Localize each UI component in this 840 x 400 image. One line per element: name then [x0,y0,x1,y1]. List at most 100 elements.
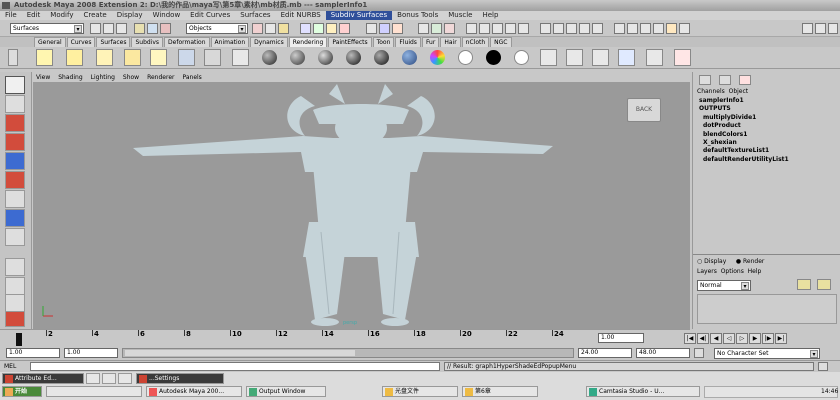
shading-map-icon[interactable] [514,50,529,65]
layout-persp-outliner-icon[interactable] [5,294,25,312]
tab-channels[interactable]: Channels [697,88,725,95]
current-time-marker[interactable] [16,333,22,346]
show-channel-box-icon[interactable] [828,23,838,34]
layout-four-icon[interactable] [5,277,25,295]
render-layer-icon[interactable] [646,49,663,66]
perspective-viewport[interactable]: BACK persp [33,82,690,329]
go-to-start-icon[interactable]: |◀ [684,333,696,344]
volume-light-icon[interactable] [178,49,195,66]
new-layer-icon[interactable] [797,279,811,290]
snap-curve-icon[interactable] [313,23,324,34]
point-light-icon[interactable] [96,49,113,66]
output-item[interactable]: blendColors1 [695,131,839,139]
tool-icon[interactable] [653,23,664,34]
layout-render-icon[interactable] [5,311,25,327]
menu-edit-curves[interactable]: Edit Curves [185,11,235,20]
tab-surfaces[interactable]: Surfaces [96,37,131,47]
tool-settings-task[interactable]: ...Settings [136,373,224,384]
current-frame-field[interactable]: 1.00 [598,333,644,343]
surface-shader-icon[interactable] [458,50,473,65]
time-slider[interactable]: 2 4 6 8 10 12 14 16 18 20 22 24 [0,329,690,346]
menu-surfaces[interactable]: Surfaces [235,11,275,20]
output-icon[interactable] [392,23,403,34]
render-globals-icon[interactable] [592,49,609,66]
range-slider-handle[interactable] [125,350,355,356]
open-scene-icon[interactable] [103,23,114,34]
layer-menu-options[interactable]: Options [721,268,744,275]
blend-mode-dropdown[interactable]: Normal ▾ [697,280,751,291]
step-back-key-icon[interactable]: ◀ [710,333,722,344]
end-time-field[interactable]: 48.00 [636,348,690,358]
tool-icon[interactable] [505,23,516,34]
layout-single-icon[interactable] [5,258,25,276]
input-icon[interactable] [379,23,390,34]
tool-icon[interactable] [666,23,677,34]
select-tool-icon[interactable] [5,76,25,94]
menu-set-dropdown[interactable]: Surfaces ▾ [10,23,84,34]
tab-deformation[interactable]: Deformation [164,37,210,47]
output-item[interactable]: multiplyDivide1 [695,114,839,122]
mask-icon[interactable] [252,23,263,34]
use-background-icon[interactable] [486,50,501,65]
close-icon[interactable] [118,373,132,384]
tab-ncloth[interactable]: nCloth [461,37,490,47]
hypershade-icon[interactable] [540,49,557,66]
node-name[interactable]: samplerInfo1 [695,97,839,105]
texture-icon[interactable] [566,49,583,66]
tool-icon[interactable] [466,23,477,34]
show-manip-icon[interactable] [5,228,25,246]
command-input[interactable] [30,362,440,371]
scale-tool-icon[interactable] [5,171,25,189]
tab-hair[interactable]: Hair [440,37,461,47]
output-item[interactable]: defaultRenderUtilityList1 [695,156,839,164]
channel-box-icon[interactable] [699,75,711,85]
task-folder-disc[interactable]: 光盘文件 [382,386,458,397]
tool-icon[interactable] [540,23,551,34]
attribute-editor-task[interactable]: Attribute Ed... [2,373,84,384]
render-settings-icon[interactable] [444,23,455,34]
batch-render-icon[interactable] [618,49,635,66]
tab-fur[interactable]: Fur [421,37,440,47]
tool-icon[interactable] [553,23,564,34]
tool-icon[interactable] [579,23,590,34]
task-camtasia[interactable]: Camtasia Studio - U... [586,386,700,397]
back-button[interactable]: BACK [627,98,661,122]
tab-toon[interactable]: Toon [372,37,395,47]
tool-icon[interactable] [614,23,625,34]
tool-icon[interactable] [592,23,603,34]
step-forward-key-icon[interactable]: ▶ [749,333,761,344]
step-forward-icon[interactable]: |▶ [762,333,774,344]
menu-help[interactable]: Help [477,11,503,20]
playback-end-field[interactable]: 24.00 [578,348,632,358]
blinn-material-icon[interactable] [290,50,305,65]
play-backward-icon[interactable]: ◁ [723,333,735,344]
area-light-icon[interactable] [150,49,167,66]
tool-icon[interactable] [492,23,503,34]
tab-curves[interactable]: Curves [66,37,96,47]
phong-material-icon[interactable] [318,50,333,65]
select-object-icon[interactable] [147,23,158,34]
menu-edit-nurbs[interactable]: Edit NURBS [276,11,326,20]
menu-edit[interactable]: Edit [22,11,46,20]
select-component-icon[interactable] [160,23,171,34]
move-tool-icon[interactable] [5,133,25,151]
range-slider[interactable] [122,348,574,358]
show-attribute-editor-icon[interactable] [802,23,813,34]
soft-mod-icon[interactable] [5,209,25,227]
menu-subdiv-surfaces[interactable]: Subdiv Surfaces [325,11,393,20]
layer-editor-icon[interactable] [719,75,731,85]
attribute-icon[interactable] [739,75,751,85]
show-tool-settings-icon[interactable] [815,23,826,34]
radio-render-icon[interactable]: ● [736,258,741,265]
maximize-icon[interactable] [102,373,116,384]
render-view-icon[interactable] [232,49,249,66]
tool-icon[interactable] [479,23,490,34]
tool-icon[interactable] [679,23,690,34]
layered-shader-icon[interactable] [402,50,417,65]
menu-display[interactable]: Display [112,11,148,20]
script-editor-icon[interactable] [818,362,828,371]
tool-icon[interactable] [640,23,651,34]
menu-modify[interactable]: Modify [45,11,78,20]
tab-rendering[interactable]: Rendering [288,37,328,47]
tab-subdivs[interactable]: Subdivs [131,37,164,47]
